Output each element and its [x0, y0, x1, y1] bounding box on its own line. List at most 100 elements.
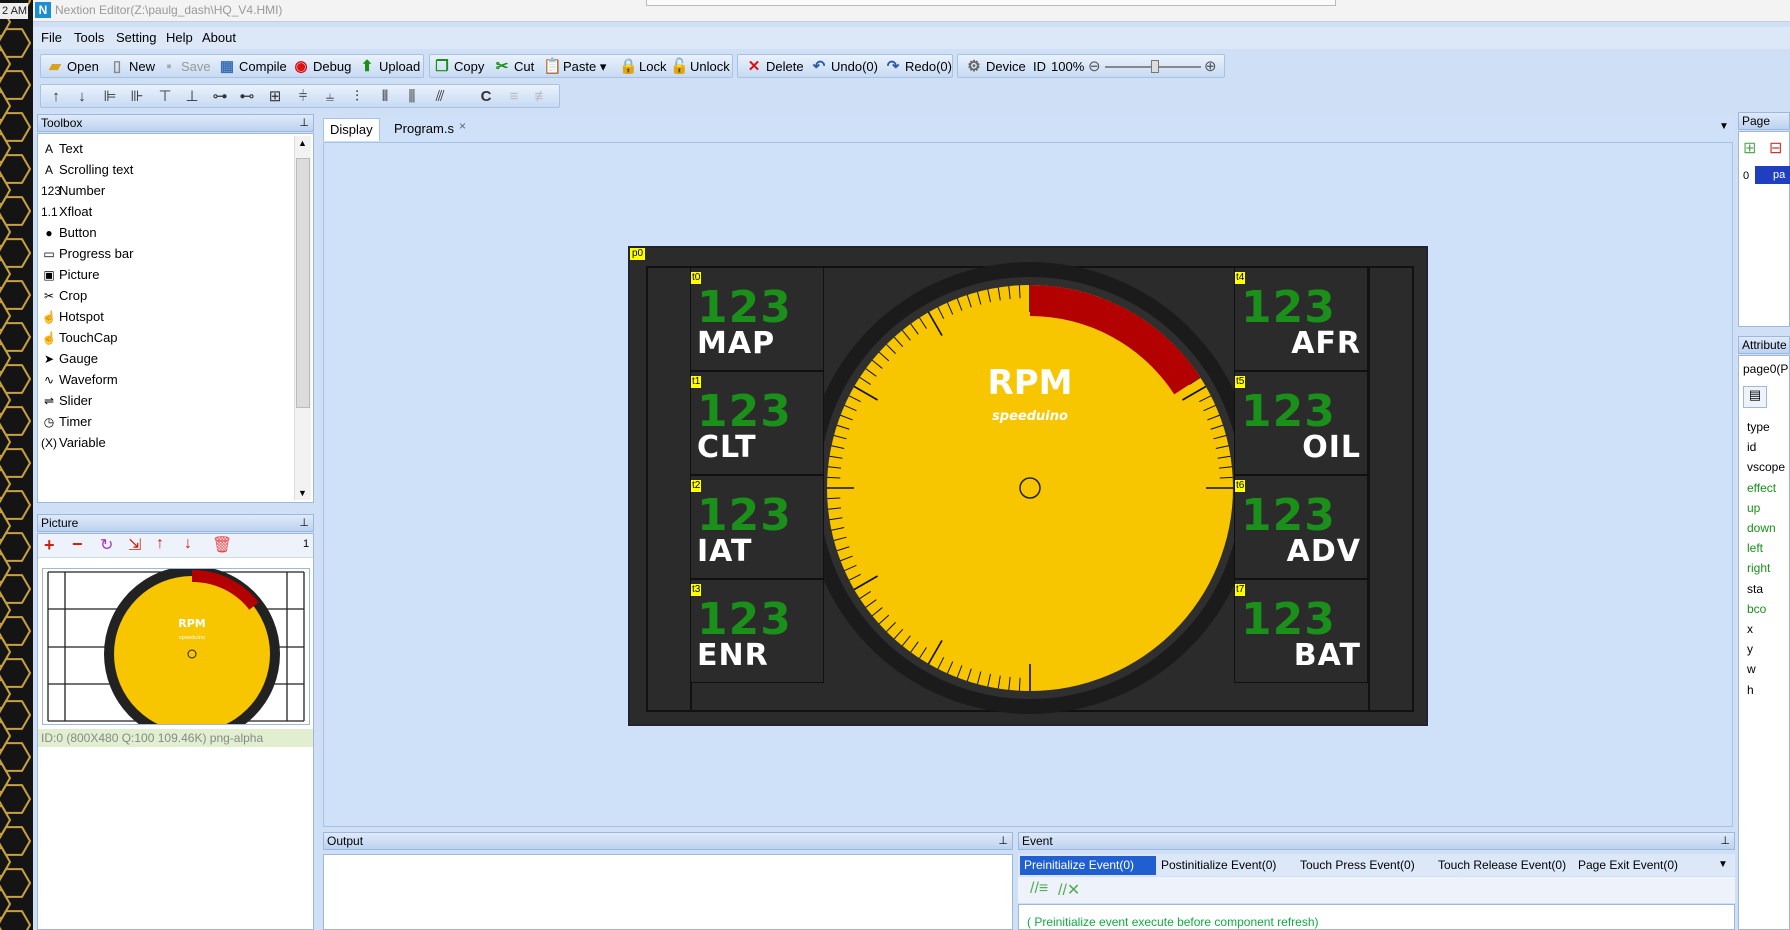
tab-preinitialize[interactable]: Preinitialize Event(0) — [1020, 856, 1156, 875]
insert-icon[interactable]: ⇲ — [128, 535, 141, 555]
delete-button[interactable]: ✕ Delete — [744, 57, 804, 77]
remove-icon[interactable]: − — [72, 534, 83, 555]
toolbox-item-crop[interactable]: ✂ Crop — [40, 285, 87, 307]
pin-icon[interactable]: ⊥ — [1720, 833, 1730, 849]
align-right-icon[interactable]: ⊪ — [128, 88, 146, 106]
attribute-up[interactable]: up — [1747, 501, 1760, 515]
same-size-icon[interactable]: ⊞ — [266, 88, 284, 106]
menu-help[interactable]: Help — [166, 30, 193, 45]
attribute-down[interactable]: down — [1747, 521, 1776, 535]
picture-thumbnail[interactable]: RPM speeduino — [42, 566, 310, 742]
attribute-sort-icon[interactable]: ▤ — [1743, 386, 1767, 408]
toolbox-item-waveform[interactable]: ∿ Waveform — [40, 369, 118, 391]
tab-display[interactable]: Display — [323, 118, 380, 141]
upload-button[interactable]: ⬆ Upload — [357, 57, 421, 77]
align-bottom-icon[interactable]: ⊥ — [183, 88, 201, 106]
copy-button[interactable]: ❐ Copy — [432, 57, 484, 77]
move-up-icon[interactable]: ↑ — [47, 88, 65, 106]
attribute-sta[interactable]: sta — [1747, 582, 1763, 596]
menu-about[interactable]: About — [202, 30, 236, 45]
toolbox-item-progress-bar[interactable]: ▭ Progress bar — [40, 243, 133, 265]
toolbox-item-hotspot[interactable]: ☝ Hotspot — [40, 306, 104, 328]
space-h-icon[interactable]: ⫶ — [348, 88, 366, 106]
toolbox-item-picture[interactable]: ▣ Picture — [40, 264, 99, 286]
attribute-h[interactable]: h — [1747, 683, 1754, 697]
tab-program[interactable]: Program.s — [388, 118, 460, 141]
rpm-gauge[interactable]: RPM speeduino — [795, 248, 1265, 726]
toolbox-item-timer[interactable]: ◷ Timer — [40, 411, 92, 433]
spacing-icon[interactable]: ⫼ — [403, 88, 421, 106]
value-cell-map[interactable]: t0 123 MAP — [690, 267, 824, 371]
uncomment-lines-icon[interactable]: //✕ — [1058, 880, 1080, 900]
attribute-y[interactable]: y — [1747, 642, 1753, 656]
save-button[interactable]: ▪ Save — [159, 57, 210, 77]
spacing-even-icon[interactable]: ⫻ — [431, 88, 449, 106]
cut-button[interactable]: ✂ Cut — [492, 57, 535, 77]
toolbox-item-gauge[interactable]: ➤ Gauge — [40, 348, 98, 370]
zoom-out-icon[interactable]: ⊖ — [1088, 57, 1101, 75]
toolbox-item-variable[interactable]: (X) Variable — [40, 432, 106, 454]
attribute-vscope[interactable]: vscope — [1747, 460, 1785, 474]
menu-tools[interactable]: Tools — [74, 30, 104, 45]
lock-button[interactable]: 🔒 Lock — [617, 57, 666, 77]
close-tab-icon[interactable]: × — [459, 119, 466, 133]
tab-page-exit[interactable]: Page Exit Event(0) — [1578, 856, 1678, 875]
toolbox-item-scrolling-text[interactable]: A Scrolling text — [40, 159, 133, 181]
move-down-icon[interactable]: ↓ — [184, 535, 192, 553]
compile-button[interactable]: ▦ Compile — [217, 57, 287, 77]
value-cell-iat[interactable]: t2 123 IAT — [690, 475, 824, 579]
menu-file[interactable]: File — [41, 30, 62, 45]
comment-lines-icon[interactable]: ≡ — [505, 88, 523, 106]
menu-setting[interactable]: Setting — [116, 30, 156, 45]
device-screen[interactable]: p0 RPM speeduino t0 123 MAP t1 123 CLT t2 123 IA… — [628, 246, 1428, 726]
device-button[interactable]: ⚙ Device — [964, 57, 1025, 77]
redo-button[interactable]: ↷ Redo(0) — [883, 57, 952, 77]
attribute-x[interactable]: x — [1747, 622, 1753, 636]
comment-lines-icon[interactable]: //≡ — [1030, 880, 1048, 898]
value-cell-adv[interactable]: t6 123 ADV — [1234, 475, 1368, 579]
new-button[interactable]: ▯ New — [107, 57, 155, 77]
scroll-up-icon[interactable]: ▲ — [298, 138, 307, 148]
attribute-bco[interactable]: bco — [1747, 602, 1766, 616]
paste-dropdown-icon[interactable]: ▾ — [600, 59, 607, 74]
tabs-dropdown-icon[interactable]: ▼ — [1719, 121, 1729, 132]
pin-icon[interactable]: ⊥ — [998, 833, 1008, 849]
pin-icon[interactable]: ⊥ — [299, 115, 309, 131]
value-cell-clt[interactable]: t1 123 CLT — [690, 371, 824, 475]
toolbox-item-text[interactable]: A Text — [40, 138, 83, 160]
attribute-left[interactable]: left — [1747, 541, 1763, 555]
zoom-in-icon[interactable]: ⊕ — [1204, 57, 1217, 75]
value-cell-bat[interactable]: t7 123 BAT — [1234, 579, 1368, 683]
toolbox-item-xfloat[interactable]: 1.1 Xfloat — [40, 201, 92, 223]
move-down-icon[interactable]: ↓ — [73, 88, 91, 106]
output-text-area[interactable] — [323, 854, 1013, 930]
add-page-icon[interactable]: ⊞ — [1743, 138, 1756, 158]
comment-icon[interactable]: C — [477, 88, 495, 106]
add-icon[interactable]: + — [44, 535, 55, 556]
toolbox-item-touchcap[interactable]: ☝ TouchCap — [40, 327, 118, 349]
attribute-id[interactable]: id — [1747, 440, 1756, 454]
align-center-v-icon[interactable]: ⊶ — [211, 88, 229, 106]
toolbox-item-button[interactable]: ● Button — [40, 222, 96, 244]
event-code-editor[interactable]: ( Preinitialize event execute before com… — [1018, 904, 1735, 930]
undo-button[interactable]: ↶ Undo(0) — [809, 57, 878, 77]
tab-touch-press[interactable]: Touch Press Event(0) — [1300, 856, 1415, 875]
scroll-thumb[interactable] — [296, 158, 310, 408]
attribute-effect[interactable]: effect — [1747, 481, 1776, 495]
tab-postinitialize[interactable]: Postinitialize Event(0) — [1161, 856, 1276, 875]
page-row-page0[interactable]: pa — [1755, 166, 1790, 184]
pin-icon[interactable]: ⊥ — [299, 515, 309, 531]
align-left-icon[interactable]: ⊫ — [101, 88, 119, 106]
uncomment-icon[interactable]: ≢ — [533, 88, 551, 106]
paste-button[interactable]: 📋 Paste ▾ — [541, 57, 606, 77]
delete-page-icon[interactable]: ⊟ — [1769, 138, 1782, 158]
value-cell-oil[interactable]: t5 123 OIL — [1234, 371, 1368, 475]
scroll-down-icon[interactable]: ▼ — [298, 488, 307, 498]
move-up-icon[interactable]: ↑ — [156, 535, 164, 553]
trash-icon[interactable]: 🗑 — [212, 535, 232, 555]
align-top-icon[interactable]: ⊤ — [156, 88, 174, 106]
attribute-selected-component[interactable]: page0(P — [1743, 362, 1788, 376]
attribute-type[interactable]: type — [1747, 420, 1770, 434]
event-tabs-dropdown-icon[interactable]: ▼ — [1718, 859, 1728, 870]
zoom-slider-thumb[interactable] — [1151, 60, 1159, 73]
